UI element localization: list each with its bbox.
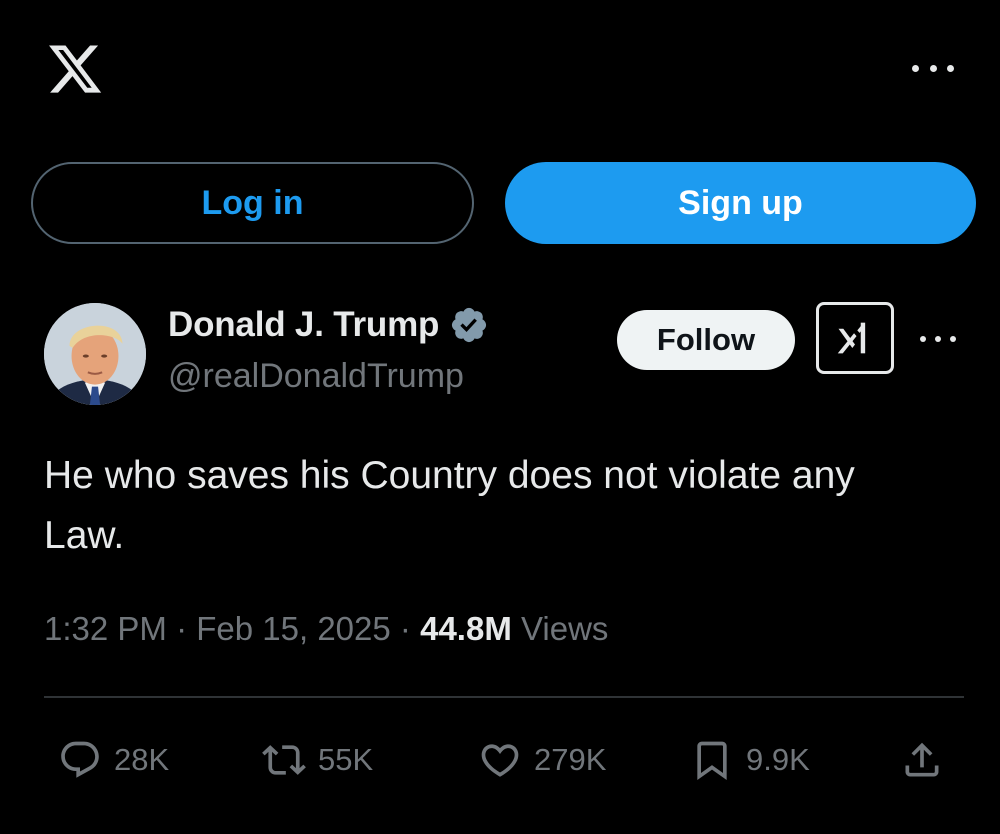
bookmark-button[interactable]: 9.9K [690,730,810,790]
x-logo-icon[interactable] [44,40,106,98]
author-display-name[interactable]: Donald J. Trump [168,305,439,345]
post-more-options-icon[interactable] [920,332,956,346]
tweet-metadata: 1:32 PM · Feb 15, 2025 · 44.8M Views [44,610,608,648]
reply-icon [61,741,99,778]
verified-badge-icon [452,307,487,343]
tweet-text: He who saves his Country does not violat… [44,454,855,557]
meta-separator: · [399,610,411,647]
reply-count: 28K [114,742,170,777]
avatar-image [44,303,146,405]
like-button[interactable]: 279K [478,730,606,790]
meta-separator: · [176,610,188,647]
author-handle[interactable]: @realDonaldTrump [168,357,464,396]
tweet-time[interactable]: 1:32 PM [44,610,167,647]
grok-icon[interactable] [816,302,894,374]
bookmark-count: 9.9K [746,742,810,777]
heart-icon [481,744,519,777]
grok-glyph [837,322,866,354]
repost-button[interactable]: 55K [262,730,373,790]
reply-button[interactable]: 28K [58,730,169,790]
repost-count: 55K [318,742,374,777]
bookmark-icon [697,741,727,781]
follow-button[interactable]: Follow [617,310,795,370]
views-count: 44.8M [420,610,512,647]
views-label: Views [520,610,609,647]
signup-button[interactable]: Sign up [505,162,976,244]
divider [44,696,964,698]
avatar[interactable] [44,303,146,405]
tweet-date[interactable]: Feb 15, 2025 [196,610,391,647]
share-icon [905,742,939,777]
author-name-row: Donald J. Trump [168,305,489,345]
share-button[interactable] [900,730,944,790]
login-button[interactable]: Log in [31,162,474,244]
repost-icon [262,745,306,775]
like-count: 279K [534,742,607,777]
more-options-icon[interactable] [912,54,954,82]
